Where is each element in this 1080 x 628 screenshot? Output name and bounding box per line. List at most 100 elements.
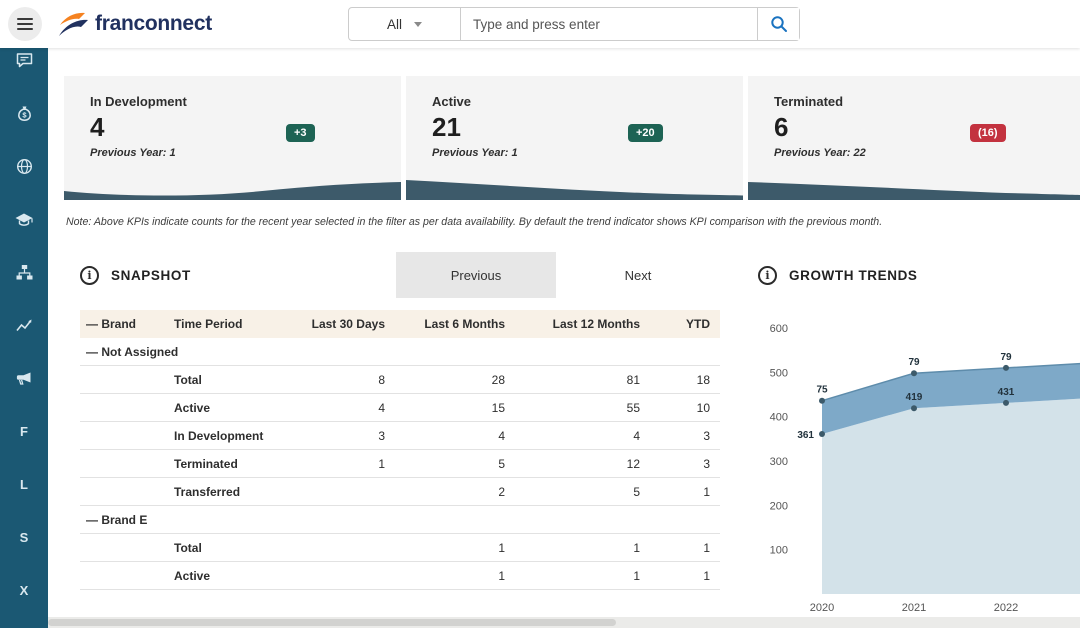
sidebar-letter: L [20, 477, 28, 492]
kpi-row: In Development 4 +3 Previous Year: 1 Act… [64, 76, 1080, 200]
chevron-down-icon [414, 22, 422, 27]
sidebar-letter: S [20, 530, 29, 545]
next-button[interactable]: Next [556, 252, 720, 298]
sidebar-item-hierarchy[interactable] [0, 260, 48, 284]
svg-text:600: 600 [770, 323, 788, 335]
svg-text:431: 431 [998, 387, 1015, 398]
sidebar-item-x[interactable]: X [0, 578, 48, 602]
globe-icon [15, 157, 34, 176]
sidebar-letter: F [20, 424, 28, 439]
svg-text:419: 419 [906, 392, 923, 403]
franconnect-logo[interactable]: franconnect [56, 9, 212, 39]
kpi-card-active: Active 21 +20 Previous Year: 1 [406, 76, 743, 200]
table-row: Active4155510 [80, 394, 720, 422]
table-row: Transferred251 [80, 478, 720, 506]
table-row: Terminated15123 [80, 450, 720, 478]
kpi-title: Terminated [748, 76, 1080, 109]
sidebar-letter: X [20, 583, 29, 598]
kpi-sparkline [748, 176, 1080, 200]
org-chart-icon [15, 263, 34, 282]
kpi-trend-badge: (16) [970, 124, 1006, 142]
column-header-ytd: YTD [650, 317, 720, 331]
svg-text:2020: 2020 [810, 602, 834, 614]
growth-trends-header: GROWTH TRENDS [750, 252, 1080, 298]
table-header-row: — Brand Time Period Last 30 Days Last 6 … [80, 310, 720, 338]
snapshot-table: — Brand Time Period Last 30 Days Last 6 … [80, 310, 720, 590]
snapshot-pager: Previous Next [396, 252, 720, 298]
sidebar-item-feedback[interactable] [0, 48, 48, 72]
growth-chart-svg: 100 200 300 400 500 600 75 361 2020 79 419 2021 79 43… [750, 310, 1080, 616]
search-filter-value: All [387, 17, 402, 32]
snapshot-panel: SNAPSHOT Previous Next — Brand Time Peri… [64, 252, 720, 616]
horizontal-scrollbar-thumb[interactable] [48, 619, 616, 626]
kpi-value: 4 [64, 114, 401, 140]
megaphone-icon [14, 369, 34, 388]
kpi-previous-year: Previous Year: 22 [748, 147, 1080, 159]
kpi-value: 21 [406, 114, 743, 140]
table-group-row: — Brand E [80, 506, 720, 534]
sidebar-item-global[interactable] [0, 154, 48, 178]
sidebar-item-s[interactable]: S [0, 525, 48, 549]
panels-row: SNAPSHOT Previous Next — Brand Time Peri… [64, 252, 1080, 616]
kpi-card-terminated: Terminated 6 (16) Previous Year: 22 [748, 76, 1080, 200]
global-search-bar: All [348, 7, 800, 41]
hamburger-menu-button[interactable] [8, 7, 42, 41]
table-group-row: — Not Assigned [80, 338, 720, 366]
table-row: Total8288118 [80, 366, 720, 394]
sidebar-item-l[interactable]: L [0, 472, 48, 496]
svg-text:$: $ [22, 110, 27, 119]
topbar: franconnect All [0, 0, 1080, 48]
logo-text: franconnect [95, 12, 212, 36]
table-row: Total111 [80, 534, 720, 562]
kpi-sparkline [406, 176, 743, 200]
sidebar: $ F L S [0, 48, 48, 628]
svg-text:300: 300 [770, 456, 788, 468]
kpi-title: In Development [64, 76, 401, 109]
kpi-title: Active [406, 76, 743, 109]
previous-button[interactable]: Previous [396, 252, 556, 298]
info-icon[interactable] [758, 266, 777, 285]
kpi-trend-badge: +20 [628, 124, 663, 142]
search-input[interactable] [461, 8, 757, 40]
svg-text:79: 79 [908, 357, 920, 368]
svg-text:500: 500 [770, 367, 788, 379]
sidebar-item-marketing[interactable] [0, 366, 48, 390]
svg-text:200: 200 [770, 500, 788, 512]
kpi-note: Note: Above KPIs indicate counts for the… [66, 216, 1080, 228]
sidebar-item-finance[interactable]: $ [0, 101, 48, 125]
kpi-trend-badge: +3 [286, 124, 315, 142]
snapshot-header: SNAPSHOT Previous Next [80, 252, 720, 298]
info-icon[interactable] [80, 266, 99, 285]
franconnect-logo-icon [56, 9, 90, 39]
graduation-cap-icon [14, 210, 34, 229]
search-filter-dropdown[interactable]: All [349, 8, 461, 40]
svg-text:2021: 2021 [902, 602, 926, 614]
svg-text:400: 400 [770, 412, 788, 424]
growth-trends-title: GROWTH TRENDS [789, 268, 918, 283]
search-button[interactable] [757, 8, 799, 40]
search-icon [770, 15, 788, 33]
kpi-value: 6 [748, 114, 1080, 140]
svg-text:100: 100 [770, 545, 788, 557]
table-row: In Development3443 [80, 422, 720, 450]
svg-text:75: 75 [816, 385, 828, 396]
kpi-previous-year: Previous Year: 1 [406, 147, 743, 159]
trend-line-icon [15, 316, 34, 335]
column-header-last-30-days: Last 30 Days [290, 317, 395, 331]
column-header-brand: — Brand [80, 317, 168, 331]
column-header-last-6-months: Last 6 Months [395, 317, 515, 331]
kpi-previous-year: Previous Year: 1 [64, 147, 401, 159]
column-header-time-period: Time Period [168, 317, 290, 331]
sidebar-item-training[interactable] [0, 207, 48, 231]
svg-text:79: 79 [1000, 352, 1012, 363]
horizontal-scrollbar[interactable] [48, 617, 1080, 628]
kpi-sparkline [64, 176, 401, 200]
money-bag-icon: $ [15, 104, 34, 123]
chat-bubble-icon [15, 51, 34, 70]
main-content: In Development 4 +3 Previous Year: 1 Act… [48, 48, 1080, 616]
snapshot-title: SNAPSHOT [111, 268, 191, 283]
sidebar-item-performance[interactable] [0, 313, 48, 337]
sidebar-item-f[interactable]: F [0, 419, 48, 443]
svg-text:361: 361 [797, 430, 814, 441]
svg-text:2022: 2022 [994, 602, 1018, 614]
